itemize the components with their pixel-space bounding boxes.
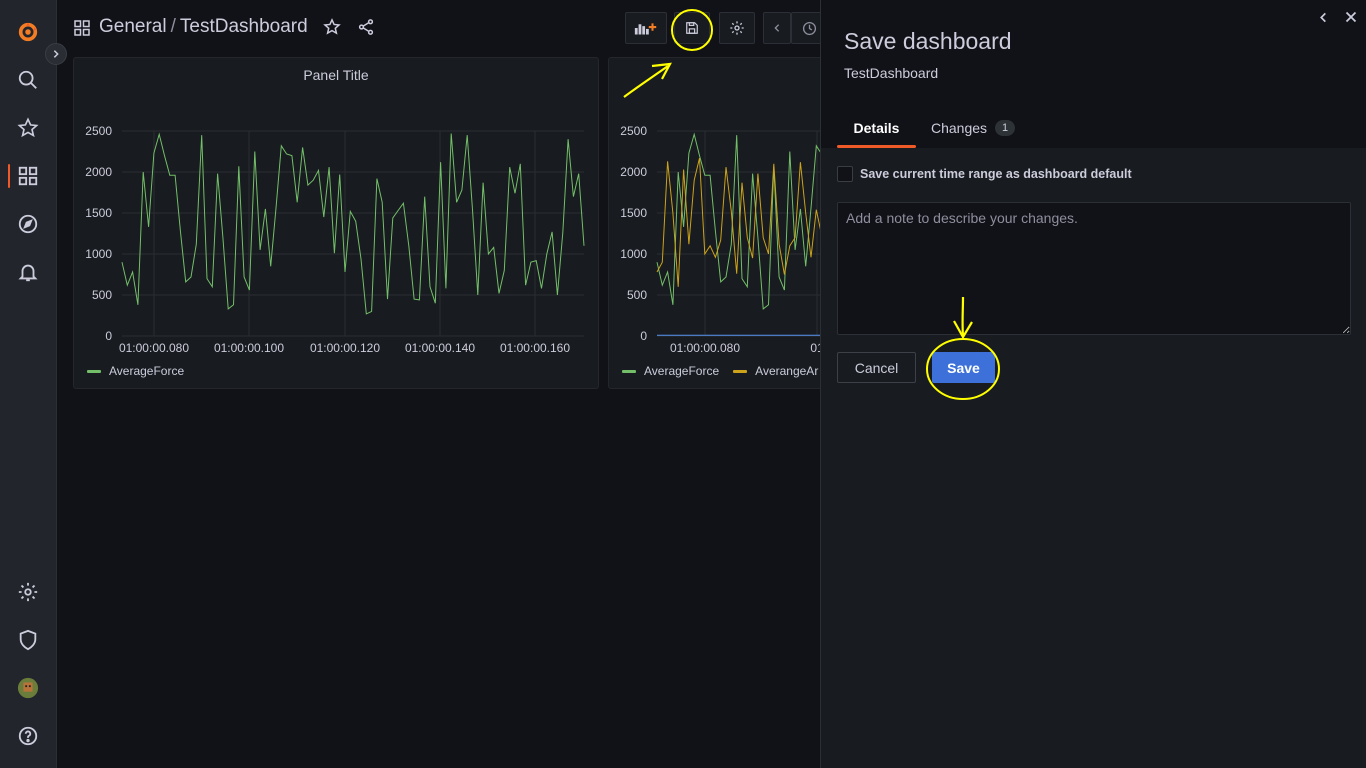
x-tick-label: 01:00:00.100 [214,341,284,355]
y-tick-label: 2500 [620,124,647,138]
legend-swatch [87,369,101,373]
tab-details[interactable]: Details [837,120,916,148]
cog-icon [730,21,744,35]
legend-item[interactable]: AverageForce [87,364,184,378]
y-tick-label: 1000 [620,247,647,261]
breadcrumb-separator: / [170,16,176,37]
series-line [121,132,585,315]
y-tick-label: 500 [92,288,112,302]
chevron-right-icon [53,50,59,58]
legend-label: AverageForce [109,364,185,378]
breadcrumb-folder[interactable]: General [99,16,167,37]
y-tick-label: 2500 [85,124,112,138]
user-avatar[interactable] [16,676,40,700]
alerting-bell-icon[interactable] [16,260,40,284]
dashboard-settings-button[interactable] [719,12,755,44]
explore-compass-icon[interactable] [16,212,40,236]
legend-label: AverangeAr [755,364,819,378]
save-dashboard-drawer: Save dashboard TestDashboard Details Cha… [820,0,1366,768]
chevron-left-icon [1319,12,1326,22]
save-dashboard-button[interactable] [674,12,710,44]
cancel-button[interactable]: Cancel [837,352,916,383]
clock-icon [802,21,816,35]
y-tick-label: 1500 [620,206,647,220]
favorite-star-icon[interactable] [322,17,342,37]
legend-swatch [733,369,748,373]
x-tick-label: 01 [810,341,820,355]
sidebar [0,0,57,768]
active-indicator [8,164,10,188]
breadcrumb: General / TestDashboard [99,16,308,38]
changes-count-badge: 1 [995,120,1016,136]
y-tick-label: 500 [627,288,647,302]
x-tick-label: 01:00:00.140 [405,341,475,355]
panel-2[interactable]: 0 500 1000 1500 2000 2500 01:00:00.080 01 Avera… [608,57,820,389]
panel-1[interactable]: Panel Title 0 500 1000 1500 2000 2500 01:00:00… [73,57,599,389]
y-tick-label: 0 [640,329,647,343]
save-icon [686,22,698,34]
y-tick-label: 1500 [85,206,112,220]
time-back-button[interactable] [763,12,791,44]
star-icon[interactable] [16,116,40,140]
dashboard-grid-icon [74,20,90,36]
dashboards-icon[interactable] [16,164,40,188]
share-icon[interactable] [356,17,376,37]
add-panel-button[interactable] [625,12,667,44]
search-icon[interactable] [16,68,40,92]
drawer-collapse-button[interactable] [1314,8,1332,26]
legend-label: AverageForce [644,364,720,378]
active-tab-underline [837,145,916,148]
settings-gear-icon[interactable] [16,580,40,604]
time-picker-button[interactable] [791,12,820,44]
panel-2-chart: 0 500 1000 1500 2000 2500 01:00:00.080 01 [620,124,820,355]
panel-1-chart: 0 500 1000 1500 2000 2500 01:00:00.080 01:00:00… [85,124,585,355]
x-tick-label: 01:00:00.120 [310,341,380,355]
x-tick-label: 01:00:00.080 [670,341,740,355]
chevron-left-icon [774,24,780,32]
save-button[interactable]: Save [932,352,995,383]
y-tick-label: 2000 [620,165,647,179]
x-tick-label: 01:00:00.160 [500,341,570,355]
close-icon [1345,11,1357,23]
y-tick-label: 2000 [85,165,112,179]
x-tick-label: 01:00:00.080 [119,341,189,355]
drawer-header: Save dashboard TestDashboard Details Cha… [821,0,1366,148]
dashboard-main: General / TestDashboard Panel Title 0 500 10… [57,0,820,768]
shield-icon[interactable] [16,628,40,652]
add-panel-icon [634,23,657,35]
save-time-range-label[interactable]: Save current time range as dashboard def… [860,167,1132,181]
drawer-subtitle: TestDashboard [844,65,939,81]
y-tick-label: 0 [105,329,112,343]
drawer-title: Save dashboard [844,28,1012,54]
breadcrumb-dashboard[interactable]: TestDashboard [180,16,308,37]
drawer-close-button[interactable] [1342,8,1360,26]
legend-item[interactable]: AverageForce [622,364,719,378]
grafana-logo-icon[interactable] [16,20,40,44]
y-tick-label: 1000 [85,247,112,261]
save-time-range-checkbox[interactable] [837,166,853,182]
change-note-textarea[interactable] [837,202,1351,335]
tab-changes-label: Changes [931,120,988,136]
help-icon[interactable] [16,724,40,748]
tab-changes[interactable]: Changes 1 [931,120,1016,136]
dashboard-toolbar: General / TestDashboard [57,0,820,56]
legend-swatch [622,369,636,373]
panel-1-legend: AverageForce [87,364,184,378]
panel-2-legend: AverageForce AverangeAr [622,364,818,378]
legend-item[interactable]: AverangeAr [733,364,818,378]
expand-menu-button[interactable] [45,43,67,65]
